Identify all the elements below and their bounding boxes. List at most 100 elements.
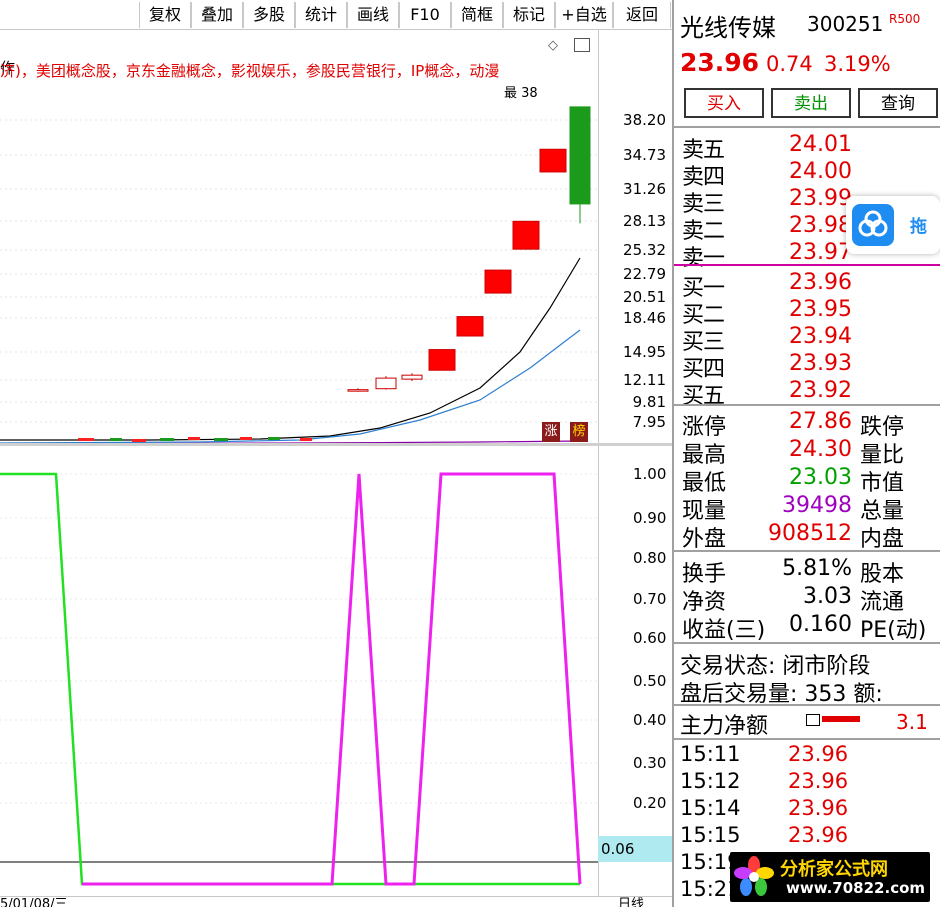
price-tick-label: 7.95: [632, 413, 666, 431]
price-tick-label: 31.26: [623, 180, 666, 198]
tick-price: 23.96: [788, 769, 849, 793]
price-change: 0.74: [766, 52, 813, 76]
indicator-tick-label: 0.50: [633, 672, 667, 690]
indicator-axis: 1.00 0.90 0.80 0.70 0.60 0.50 0.40 0.30 0.20: [598, 446, 672, 896]
overlay-button[interactable]: 叠加: [191, 2, 243, 28]
bang-badge[interactable]: 榜: [570, 422, 588, 442]
price-tick-label: 14.95: [623, 343, 666, 361]
tick-price: 23.96: [788, 823, 849, 847]
fuquan-button[interactable]: 复权: [139, 2, 191, 28]
simple-frame-button[interactable]: 简框: [451, 2, 503, 28]
indicator-tick-label: 0.30: [633, 754, 667, 772]
small-candle: [160, 438, 174, 441]
bid-price: 23.94: [789, 324, 852, 349]
stat-value: 5.81%: [782, 556, 852, 581]
buy-button[interactable]: 买入: [684, 88, 764, 118]
cloud-icon[interactable]: [852, 204, 894, 246]
indicator-tick-label: 0.40: [633, 711, 667, 729]
sell-button[interactable]: 卖出: [771, 88, 851, 118]
candle-body: [456, 316, 484, 337]
query-button[interactable]: 查询: [858, 88, 938, 118]
small-candle: [110, 438, 122, 441]
small-candle: [78, 438, 94, 441]
stat-label: 收益(三): [682, 618, 766, 643]
date-label: 5/01/08/三: [0, 897, 68, 907]
bid-row[interactable]: 买二 23.95: [674, 297, 940, 328]
bid-row[interactable]: 买三 23.94: [674, 324, 940, 355]
tick-row: 15:12 23.96: [674, 769, 940, 796]
flow-chart-icon[interactable]: [806, 714, 820, 726]
multi-stock-button[interactable]: 多股: [243, 2, 295, 28]
main-flow-value: 3.1: [896, 710, 928, 734]
stat-label: 外盘: [682, 527, 727, 552]
current-indicator-value: 0.06: [598, 836, 672, 862]
small-candle: [214, 438, 228, 441]
price-tick-label: 22.79: [623, 265, 666, 283]
bid-row[interactable]: 买四 23.93: [674, 351, 940, 382]
stat-row: 收益(三) 0.160 PE(动): [674, 612, 940, 643]
stat-value: 908512: [768, 521, 852, 546]
candle-body: [512, 220, 540, 250]
f10-button[interactable]: F10: [399, 2, 451, 28]
candle-body: [484, 269, 512, 294]
tick-price: 23.96: [788, 796, 849, 820]
separator: [674, 404, 940, 406]
bid-row[interactable]: 买一 23.96: [674, 270, 940, 301]
price-tick-label: 12.11: [623, 371, 666, 389]
price-tick-label: 34.73: [623, 146, 666, 164]
price-change-percent: 3.19%: [824, 52, 891, 76]
tick-row: 15:11 23.96: [674, 742, 940, 769]
statistics-button[interactable]: 统计: [295, 2, 347, 28]
bid-price: 23.95: [789, 297, 852, 322]
tick-time: 15:14: [680, 796, 741, 820]
add-favorite-button[interactable]: +自选: [555, 2, 613, 28]
diamond-icon[interactable]: ◇: [548, 38, 558, 53]
tick-row: 15:14 23.96: [674, 796, 940, 823]
ask-price: 24.00: [789, 159, 852, 184]
period-label[interactable]: 日线: [618, 897, 644, 907]
indicator-chart-area[interactable]: [0, 446, 598, 896]
small-candle: [300, 438, 312, 441]
bid-row[interactable]: 买五 23.92: [674, 378, 940, 409]
concepts-text[interactable]: 济)，美团概念股，京东金融概念，影视娱乐，参股民营银行，IP概念，动漫: [0, 60, 499, 81]
separator: [674, 642, 940, 644]
indicator-chart: [0, 472, 598, 886]
site-logo: 分析家公式网 www.70822.com: [730, 852, 930, 902]
stock-name: 光线传媒: [680, 14, 776, 42]
moving-average-line: [0, 329, 581, 443]
drag-popup[interactable]: 拖: [846, 196, 940, 254]
ask-price: 23.98: [789, 213, 852, 238]
tick-row: 15:15 23.96: [674, 823, 940, 850]
ask-row[interactable]: 卖五 24.01: [674, 132, 940, 163]
indicator-tick-label: 0.60: [633, 629, 667, 647]
main-chart-area[interactable]: ◇ 涨 榜 最 38: [0, 30, 598, 443]
ask-row[interactable]: 卖四 24.00: [674, 159, 940, 190]
ask-label: 卖一: [682, 246, 725, 271]
back-button[interactable]: 返回: [613, 2, 671, 28]
date-bar: 5/01/08/三 日线: [0, 896, 672, 907]
stat-row: 外盘 908512 内盘: [674, 521, 940, 552]
tick-price: 23.96: [788, 742, 849, 766]
popup-label[interactable]: 拖: [910, 212, 927, 237]
indicator-tick-label: 1.00: [633, 465, 667, 483]
small-candle: [132, 439, 146, 442]
stat-label-2: PE(动): [860, 618, 927, 643]
quote-panel: 光线传媒 300251 R500 23.96 0.74 3.19% 买入 卖出 …: [672, 0, 940, 907]
small-candle: [188, 437, 200, 440]
candle-body: [401, 374, 423, 380]
zhang-badge[interactable]: 涨: [542, 422, 560, 442]
price-tick-label: 20.51: [623, 288, 666, 306]
stat-value: 0.160: [789, 612, 852, 637]
stat-row: 现量 39498 总量: [674, 493, 940, 524]
separator: [674, 738, 940, 740]
draw-line-button[interactable]: 画线: [347, 2, 399, 28]
price-axis: 38.20 34.73 31.26 28.13 25.32 22.79 20.51 18.46…: [598, 30, 672, 443]
price-tick-label: 38.20: [623, 111, 666, 129]
r-badge: R500: [889, 12, 921, 26]
separator: [674, 550, 940, 552]
mark-button[interactable]: 标记: [503, 2, 555, 28]
panel-toggle-icon[interactable]: [574, 38, 590, 52]
small-candle: [240, 437, 252, 440]
bid-price: 23.92: [789, 378, 852, 403]
indicator-tick-label: 0.90: [633, 509, 667, 527]
